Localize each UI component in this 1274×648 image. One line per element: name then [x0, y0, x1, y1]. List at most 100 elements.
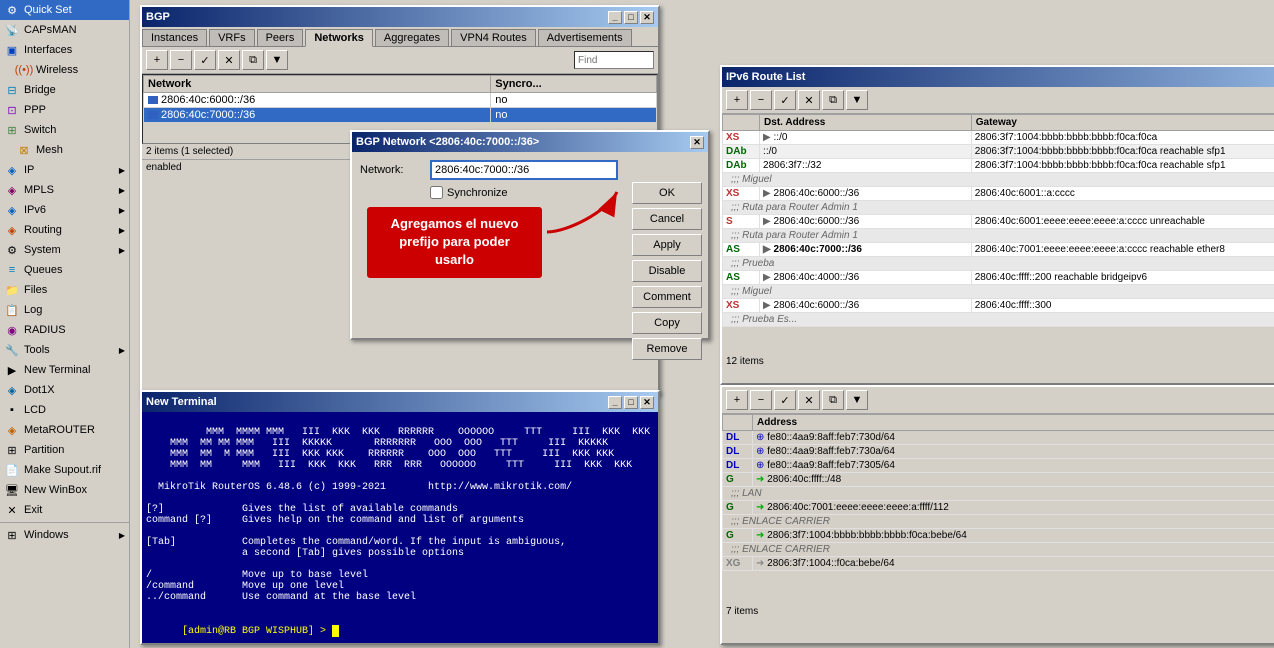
- tab-vrfs[interactable]: VRFs: [209, 29, 255, 46]
- sidebar-item-ip[interactable]: ◈ IP ▶: [0, 160, 129, 180]
- ipv6-remove-btn[interactable]: −: [750, 90, 772, 110]
- ipv6-x-btn[interactable]: ✕: [798, 90, 820, 110]
- ipv6-filter-btn[interactable]: ▼: [846, 90, 868, 110]
- sidebar-item-newwinbox[interactable]: 🖥 New WinBox: [0, 480, 129, 500]
- sidebar-item-capsman[interactable]: 📡 CAPsMAN: [0, 20, 129, 40]
- sidebar-item-routing[interactable]: ◈ Routing ▶: [0, 220, 129, 240]
- bgp-table-row[interactable]: 2806:40c:6000::/36 no: [144, 93, 657, 108]
- route-table-row[interactable]: XS ▶ ::/0 2806:3f7:1004:bbbb:bbbb:bbbb:f…: [723, 131, 1274, 145]
- route-table-row[interactable]: XS ▶ 2806:40c:6000::/36 2806:40c:6001::a…: [723, 187, 1274, 201]
- route-table-row[interactable]: ;;; Prueba Es...: [723, 313, 1274, 327]
- bgp-table-row[interactable]: 2806:40c:7000::/36 no: [144, 108, 657, 123]
- tab-advertisements[interactable]: Advertisements: [538, 29, 632, 46]
- route-table-row[interactable]: ;;; Prueba: [723, 257, 1274, 271]
- dialog-ok-btn[interactable]: OK: [632, 182, 702, 204]
- addr-table-row[interactable]: G ➜ 2806:40c:7001:eeee:eeee:eeee:a:ffff/…: [723, 501, 1274, 515]
- addr-add-btn[interactable]: +: [726, 390, 748, 410]
- dialog-remove-btn[interactable]: Remove: [632, 338, 702, 360]
- route-table-row[interactable]: ;;; Miguel: [723, 173, 1274, 187]
- addr-table-row[interactable]: ;;; LAN: [723, 487, 1274, 501]
- addr-check-btn[interactable]: ✓: [774, 390, 796, 410]
- addr-remove-btn[interactable]: −: [750, 390, 772, 410]
- bgp-net-dialog-titlebar[interactable]: BGP Network <2806:40c:7000::/36> ✕: [352, 132, 708, 152]
- terminal-minimize-btn[interactable]: _: [608, 396, 622, 409]
- ipv6-add-btn[interactable]: +: [726, 90, 748, 110]
- route-table-row[interactable]: AS ▶ 2806:40c:4000::/36 2806:40c:ffff::2…: [723, 271, 1274, 285]
- synchronize-checkbox[interactable]: [430, 186, 443, 199]
- bgp-close-btn[interactable]: ✕: [640, 11, 654, 24]
- terminal-close-btn[interactable]: ✕: [640, 396, 654, 409]
- sidebar-item-dot1x[interactable]: ◈ Dot1X: [0, 380, 129, 400]
- tab-aggregates[interactable]: Aggregates: [375, 29, 449, 46]
- addr-table-row[interactable]: ;;; ENLACE CARRIER: [723, 515, 1274, 529]
- sidebar-item-mpls[interactable]: ◈ MPLS ▶: [0, 180, 129, 200]
- network-input[interactable]: [430, 160, 618, 180]
- sidebar-item-new-terminal[interactable]: ▶ New Terminal: [0, 360, 129, 380]
- ipv6-check-btn[interactable]: ✓: [774, 90, 796, 110]
- sidebar-item-files[interactable]: 📁 Files: [0, 280, 129, 300]
- sidebar-item-tools[interactable]: 🔧 Tools ▶: [0, 340, 129, 360]
- sidebar-item-exit[interactable]: ✕ Exit: [0, 500, 129, 520]
- terminal-body[interactable]: MMM MMMM MMM III KKK KKK RRRRRR OOOOOO T…: [142, 412, 658, 643]
- route-table-row[interactable]: AS ▶ 2806:40c:7000::/36 2806:40c:7001:ee…: [723, 243, 1274, 257]
- sidebar-item-mesh[interactable]: ⊠ Mesh: [0, 140, 129, 160]
- sidebar-item-metarouter[interactable]: ◈ MetaROUTER: [0, 420, 129, 440]
- addr-x-btn[interactable]: ✕: [798, 390, 820, 410]
- sidebar-item-ppp[interactable]: ⊡ PPP: [0, 100, 129, 120]
- addr-table-row[interactable]: XG ➜ 2806:3f7:1004::f0ca:bebe/64: [723, 557, 1274, 571]
- route-table-row[interactable]: XS ▶ 2806:40c:6000::/36 2806:40c:ffff::3…: [723, 299, 1274, 313]
- terminal-maximize-btn[interactable]: □: [624, 396, 638, 409]
- addr-table-row[interactable]: ;;; ENLACE CARRIER: [723, 543, 1274, 557]
- bgp-net-dialog-close[interactable]: ✕: [690, 136, 704, 149]
- dialog-disable-btn[interactable]: Disable: [632, 260, 702, 282]
- addr-table-row[interactable]: G ➜ 2806:3f7:1004:bbbb:bbbb:bbbb:f0ca:be…: [723, 529, 1274, 543]
- bgp-filter-btn[interactable]: ▼: [266, 50, 288, 70]
- addr-copy-btn[interactable]: ⧉: [822, 390, 844, 410]
- sidebar-item-interfaces[interactable]: ▣ Interfaces: [0, 40, 129, 60]
- bgp-add-btn[interactable]: +: [146, 50, 168, 70]
- sidebar-item-windows[interactable]: ⊞ Windows ▶: [0, 525, 129, 545]
- bgp-check-btn[interactable]: ✓: [194, 50, 216, 70]
- sidebar-item-makesupout[interactable]: 📄 Make Supout.rif: [0, 460, 129, 480]
- sidebar-item-queues[interactable]: ≡ Queues: [0, 260, 129, 280]
- sidebar-item-quickset[interactable]: ⚙ Quick Set: [0, 0, 129, 20]
- dialog-cancel-btn[interactable]: Cancel: [632, 208, 702, 230]
- dialog-apply-btn[interactable]: Apply: [632, 234, 702, 256]
- bgp-remove-btn[interactable]: −: [170, 50, 192, 70]
- sidebar-item-lcd[interactable]: ▪ LCD: [0, 400, 129, 420]
- bgp-titlebar[interactable]: BGP _ □ ✕: [142, 7, 658, 27]
- addr-table-row[interactable]: DL ⊕ fe80::4aa9:8aff:feb7:7305/64: [723, 459, 1274, 473]
- sidebar-item-ipv6[interactable]: ◈ IPv6 ▶: [0, 200, 129, 220]
- tab-peers[interactable]: Peers: [257, 29, 304, 46]
- tab-instances[interactable]: Instances: [142, 29, 207, 46]
- terminal-titlebar[interactable]: New Terminal _ □ ✕: [142, 392, 658, 412]
- route-table-row[interactable]: ;;; Ruta para Router Admin 1: [723, 229, 1274, 243]
- ipv6-titlebar[interactable]: IPv6 Route List _ □ ✕: [722, 67, 1274, 87]
- bgp-x-btn[interactable]: ✕: [218, 50, 240, 70]
- dialog-copy-btn[interactable]: Copy: [632, 312, 702, 334]
- sidebar-item-partition[interactable]: ⊞ Partition: [0, 440, 129, 460]
- sidebar-item-wireless[interactable]: ((•)) Wireless: [0, 60, 129, 80]
- addr-table-row[interactable]: DL ⊕ fe80::4aa9:8aff:feb7:730a/64: [723, 445, 1274, 459]
- bgp-maximize-btn[interactable]: □: [624, 11, 638, 24]
- sidebar-item-log[interactable]: 📋 Log: [0, 300, 129, 320]
- tab-vpn4routes[interactable]: VPN4 Routes: [451, 29, 536, 46]
- bgp-copy-btn[interactable]: ⧉: [242, 50, 264, 70]
- route-table-row[interactable]: ;;; Miguel: [723, 285, 1274, 299]
- tab-networks[interactable]: Networks: [305, 29, 373, 47]
- route-table-row[interactable]: DAb 2806:3f7::/32 2806:3f7:1004:bbbb:bbb…: [723, 159, 1274, 173]
- dialog-comment-btn[interactable]: Comment: [632, 286, 702, 308]
- sidebar-item-bridge[interactable]: ⊟ Bridge: [0, 80, 129, 100]
- addr-table-row[interactable]: G ➜ 2806:40c:ffff::/48: [723, 473, 1274, 487]
- ipv6-copy-btn[interactable]: ⧉: [822, 90, 844, 110]
- sidebar-item-system[interactable]: ⚙ System ▶: [0, 240, 129, 260]
- bgp-find-input[interactable]: [574, 51, 654, 69]
- bgp-minimize-btn[interactable]: _: [608, 11, 622, 24]
- route-table-row[interactable]: S ▶ 2806:40c:6000::/36 2806:40c:6001:eee…: [723, 215, 1274, 229]
- sidebar-item-radius[interactable]: ◉ RADIUS: [0, 320, 129, 340]
- route-table-row[interactable]: DAb ::/0 2806:3f7:1004:bbbb:bbbb:bbbb:f0…: [723, 145, 1274, 159]
- addr-table-row[interactable]: DL ⊕ fe80::4aa9:8aff:feb7:730d/64: [723, 431, 1274, 445]
- route-table-row[interactable]: ;;; Ruta para Router Admin 1: [723, 201, 1274, 215]
- sidebar-item-switch[interactable]: ⊞ Switch: [0, 120, 129, 140]
- addr-filter-btn[interactable]: ▼: [846, 390, 868, 410]
